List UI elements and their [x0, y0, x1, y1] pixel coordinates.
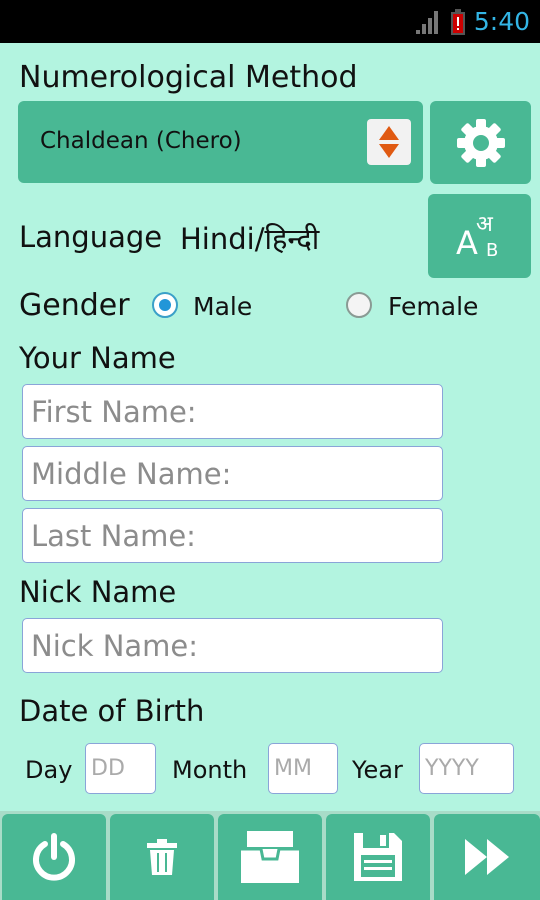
gear-icon [457, 119, 505, 167]
gender-female-label[interactable]: Female [388, 292, 478, 321]
gender-label: Gender [19, 288, 130, 323]
first-name-input[interactable] [22, 384, 443, 439]
method-label: Numerological Method [19, 60, 358, 95]
open-button[interactable] [218, 814, 322, 900]
bottom-toolbar [0, 811, 540, 900]
dob-label: Date of Birth [19, 694, 205, 728]
day-label: Day [25, 756, 73, 784]
delete-button[interactable] [110, 814, 214, 900]
save-icon [354, 833, 402, 881]
trash-icon [147, 839, 177, 875]
translate-icon-glyph-a: A [456, 224, 478, 262]
month-label: Month [172, 756, 248, 784]
translate-icon-glyph-top: अ [476, 212, 493, 237]
method-dropdown[interactable]: Chaldean (Chero) [18, 101, 423, 183]
language-label: Language [19, 220, 163, 254]
day-input[interactable] [85, 743, 156, 794]
signal-icon [416, 11, 438, 34]
nick-name-label: Nick Name [19, 575, 177, 609]
next-button[interactable] [434, 814, 540, 900]
your-name-label: Your Name [19, 341, 176, 375]
power-button[interactable] [2, 814, 106, 900]
battery-icon [451, 9, 465, 35]
language-value: Hindi/हिन्दी [180, 222, 320, 256]
power-icon [33, 833, 75, 881]
middle-name-input[interactable] [22, 446, 443, 501]
gender-male-label[interactable]: Male [193, 292, 252, 321]
translate-icon: अ A B [428, 194, 531, 278]
fast-forward-icon [465, 839, 509, 875]
month-input[interactable] [268, 743, 338, 794]
status-bar: 5:40 [0, 0, 540, 43]
spinner-arrows-icon [367, 119, 411, 165]
translate-icon-glyph-b: B [486, 240, 499, 261]
language-button[interactable]: अ A B [428, 194, 531, 278]
last-name-input[interactable] [22, 508, 443, 563]
method-selected: Chaldean (Chero) [40, 128, 242, 154]
folder-icon [241, 831, 299, 883]
save-button[interactable] [326, 814, 430, 900]
nick-name-input[interactable] [22, 618, 443, 673]
year-label: Year [352, 756, 403, 784]
gender-male-radio[interactable] [152, 292, 178, 318]
status-time: 5:40 [473, 7, 530, 36]
settings-button[interactable] [430, 101, 531, 184]
year-input[interactable] [419, 743, 514, 794]
gender-female-radio[interactable] [346, 292, 372, 318]
